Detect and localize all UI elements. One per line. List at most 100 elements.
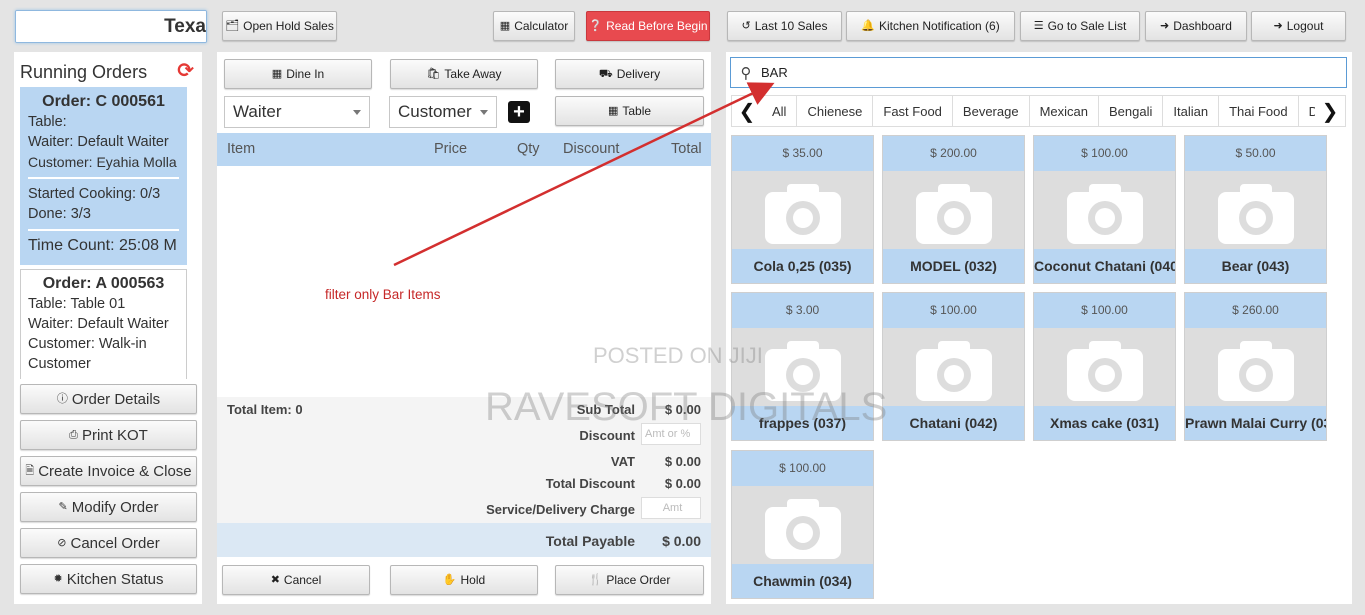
menu-item-name: Prawn Malai Curry (036) — [1185, 406, 1326, 440]
total-item: Total Item: 0 — [227, 402, 303, 417]
take-away-button[interactable]: 🛍 Take Away — [390, 59, 538, 89]
dine-in-button[interactable]: ▦ Dine In — [224, 59, 372, 89]
menu-item-card[interactable]: $ 260.00 Prawn Malai Curry (036) — [1184, 292, 1327, 441]
item-search-box[interactable]: ⚲ — [730, 57, 1347, 88]
top-search-box[interactable] — [15, 10, 207, 43]
add-customer-plus-icon[interactable]: + — [508, 101, 530, 123]
category-tab[interactable]: Thai Food — [1219, 96, 1299, 126]
logout-button[interactable]: ➜ Logout — [1251, 11, 1346, 41]
menu-item-card[interactable]: $ 100.00 Chatani (042) — [882, 292, 1025, 441]
delivery-button[interactable]: ⛟ Delivery — [555, 59, 704, 89]
create-invoice-label: Create Invoice & Close — [38, 462, 192, 480]
vat-label: VAT — [610, 454, 635, 469]
cancel-order-label: Cancel Order — [70, 534, 160, 552]
waiter-select-value: Waiter — [233, 102, 282, 121]
category-tab[interactable]: Fast Food — [873, 96, 953, 126]
category-tab[interactable]: Italian — [1163, 96, 1220, 126]
category-tab[interactable]: Deser — [1299, 96, 1315, 126]
cancel-order-button[interactable]: ⊘ Cancel Order — [20, 528, 197, 558]
edit-icon: ✎ — [58, 500, 68, 513]
category-tab[interactable]: Beverage — [953, 96, 1030, 126]
print-kot-button[interactable]: ⎙ Print KOT — [20, 420, 197, 450]
print-icon: ⎙ — [69, 428, 78, 441]
category-tab[interactable]: Chienese — [797, 96, 874, 126]
service-charge-input[interactable]: Amt — [641, 497, 701, 519]
order-card-active[interactable]: Order: C 000561 Table: Waiter: Default W… — [20, 87, 187, 265]
total-payable-label: Total Payable — [545, 533, 635, 549]
category-tab[interactable]: Mexican — [1030, 96, 1099, 126]
order-card[interactable]: Order: A 000563 Table: Table 01 Waiter: … — [20, 269, 187, 379]
place-order-label: Place Order — [606, 573, 671, 587]
dashboard-button[interactable]: ➜ Dashboard — [1145, 11, 1247, 41]
customer-select[interactable]: Customer — [389, 96, 497, 128]
menu-item-card[interactable]: $ 3.00 frappes (037) — [731, 292, 874, 441]
spinner-icon: ✹ — [53, 572, 63, 585]
category-tab[interactable]: All — [762, 96, 798, 126]
col-item: Item — [227, 141, 256, 157]
col-total: Total — [671, 141, 702, 157]
go-to-sale-list-button[interactable]: ☰ Go to Sale List — [1020, 11, 1140, 41]
refresh-icon[interactable]: ⟳ — [177, 58, 194, 83]
discount-label: Discount — [579, 428, 635, 443]
table-label: Table — [622, 104, 652, 118]
menu-item-card[interactable]: $ 100.00 Coconut Chatani (040) — [1033, 135, 1176, 284]
table-button[interactable]: ▦ Table — [555, 96, 704, 126]
order-name: Order: C 000561 — [42, 93, 165, 110]
caret-down-icon — [480, 110, 488, 115]
hand-icon: ✋ — [442, 573, 457, 586]
utensils-icon: 🍴 — [588, 573, 603, 586]
camera-icon — [1065, 339, 1145, 403]
category-tab[interactable]: Bengali — [1099, 96, 1164, 126]
info-icon: ⓘ — [56, 392, 68, 405]
go-to-sale-list-label: Go to Sale List — [1047, 19, 1127, 33]
hold-button[interactable]: ✋ Hold — [390, 565, 538, 595]
calculator-icon: ▦ — [499, 19, 511, 32]
place-order-button[interactable]: 🍴 Place Order — [555, 565, 704, 595]
order-customer: Customer: Eyahia Molla — [28, 154, 177, 170]
table-icon: ▦ — [607, 104, 619, 117]
col-discount: Discount — [563, 141, 620, 157]
kitchen-status-button[interactable]: ✹ Kitchen Status — [20, 564, 197, 594]
top-search-input[interactable] — [16, 11, 206, 42]
sign-out-icon: ➜ — [1273, 19, 1283, 32]
kitchen-notification-button[interactable]: 🔔 Kitchen Notification (6) — [846, 11, 1015, 41]
cart-table-header: Item Price Qty Discount Total — [217, 133, 711, 166]
chevron-right-icon[interactable]: ❯ — [1315, 99, 1345, 124]
open-hold-sales-button[interactable]: 🗂 Open Hold Sales — [222, 11, 337, 41]
divider — [28, 229, 179, 231]
menu-item-card[interactable]: $ 100.00 Xmas cake (031) — [1033, 292, 1176, 441]
calculator-button[interactable]: ▦ Calculator — [493, 11, 575, 41]
item-search-input[interactable] — [761, 65, 1321, 80]
menu-item-price: $ 260.00 — [1185, 293, 1326, 328]
read-before-begin-label: Read Before Begin — [606, 19, 708, 33]
camera-icon — [763, 497, 843, 561]
order-details-button[interactable]: ⓘ Order Details — [20, 384, 197, 414]
shopping-bag-icon: 🛍 — [426, 67, 441, 80]
menu-item-card[interactable]: $ 50.00 Bear (043) — [1184, 135, 1327, 284]
waiter-select[interactable]: Waiter — [224, 96, 370, 128]
caret-down-icon — [353, 110, 361, 115]
last-10-sales-button[interactable]: ↺ Last 10 Sales — [727, 11, 842, 41]
menu-item-card[interactable]: $ 200.00 MODEL (032) — [882, 135, 1025, 284]
read-before-begin-button[interactable]: ❔ Read Before Begin — [586, 11, 710, 41]
kitchen-notification-label: Kitchen Notification (6) — [878, 19, 1000, 33]
camera-icon — [763, 182, 843, 246]
chevron-left-icon[interactable]: ❮ — [732, 99, 762, 124]
service-charge-label: Service/Delivery Charge — [486, 502, 635, 517]
cancel-button[interactable]: ✖ Cancel — [222, 565, 370, 595]
menu-item-name: MODEL (032) — [883, 249, 1024, 283]
menu-item-name: Xmas cake (031) — [1034, 406, 1175, 440]
sign-in-icon: ➜ — [1160, 19, 1170, 32]
truck-icon: ⛟ — [598, 67, 613, 80]
delivery-label: Delivery — [616, 67, 661, 81]
sub-total-value: $ 0.00 — [664, 402, 701, 417]
menu-item-price: $ 100.00 — [732, 451, 873, 486]
menu-item-card[interactable]: $ 35.00 Cola 0,25 (035) — [731, 135, 874, 284]
create-invoice-button[interactable]: 🗎 Create Invoice & Close — [20, 456, 197, 486]
hold-label: Hold — [460, 573, 486, 587]
total-discount-value: $ 0.00 — [664, 476, 701, 491]
order-waiter: Waiter: Default Waiter — [28, 316, 169, 332]
menu-item-card[interactable]: $ 100.00 Chawmin (034) — [731, 450, 874, 599]
modify-order-button[interactable]: ✎ Modify Order — [20, 492, 197, 522]
discount-input[interactable]: Amt or % — [641, 423, 701, 445]
